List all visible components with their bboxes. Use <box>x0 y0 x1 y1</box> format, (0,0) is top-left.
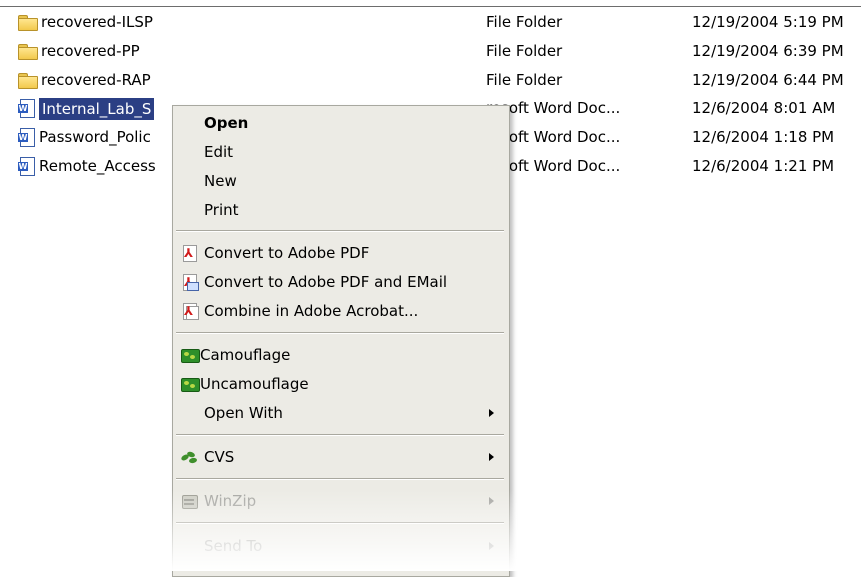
file-name[interactable]: Remote_Access <box>39 152 156 181</box>
menu-separator <box>176 478 504 480</box>
menu-item-convert-to-pdf[interactable]: ⅄ Convert to Adobe PDF <box>173 239 509 267</box>
menu-item-camouflage[interactable]: Camouflage <box>173 341 509 369</box>
menu-item-combine-acrobat[interactable]: ⅄ Combine in Adobe Acrobat... <box>173 297 509 325</box>
menu-item-label: Open With <box>204 404 283 422</box>
submenu-arrow-icon <box>489 497 494 505</box>
pdf-email-icon: ⅄ <box>181 274 199 291</box>
file-name[interactable]: Password_Polic <box>39 123 151 152</box>
file-type: rosoft Word Doc... <box>486 157 621 175</box>
name-cell[interactable]: recovered-PP <box>18 37 318 66</box>
menu-item-new[interactable]: New <box>173 167 509 195</box>
menu-item-edit[interactable]: Edit <box>173 138 509 166</box>
word-document-icon: W <box>18 99 35 118</box>
file-date: 12/19/2004 5:19 PM <box>692 13 844 31</box>
winzip-icon <box>181 493 198 509</box>
file-date: 12/6/2004 1:21 PM <box>692 157 835 175</box>
folder-icon <box>18 44 38 60</box>
menu-item-label: Edit <box>204 143 234 161</box>
submenu-arrow-icon <box>489 542 494 550</box>
folder-icon <box>18 15 38 31</box>
file-name[interactable]: Internal_Lab_S <box>39 97 155 120</box>
uncamouflage-icon <box>181 376 200 392</box>
file-name[interactable]: recovered-PP <box>41 37 140 66</box>
file-date: 12/19/2004 6:39 PM <box>692 42 844 60</box>
file-type: rosoft Word Doc... <box>486 128 621 146</box>
menu-item-open-with[interactable]: Open With <box>173 399 509 427</box>
list-item[interactable]: recovered-ILSP File Folder 12/19/2004 5:… <box>0 8 861 37</box>
word-document-icon: W <box>18 128 35 147</box>
menu-item-label: Convert to Adobe PDF <box>204 244 370 262</box>
list-item[interactable]: recovered-RAP File Folder 12/19/2004 6:4… <box>0 66 861 95</box>
camouflage-icon <box>181 347 200 363</box>
menu-item-label: Camouflage <box>200 346 291 364</box>
menu-item-send-to[interactable]: Send To <box>173 532 509 560</box>
file-name[interactable]: recovered-RAP <box>41 66 151 95</box>
file-name[interactable]: recovered-ILSP <box>41 8 153 37</box>
file-date: 12/6/2004 8:01 AM <box>692 99 836 117</box>
cvs-turtle-icon <box>180 449 198 465</box>
menu-separator <box>176 230 504 232</box>
folder-icon <box>18 73 38 89</box>
acrobat-combine-icon: ⅄ <box>181 303 199 320</box>
menu-item-label: Convert to Adobe PDF and EMail <box>204 273 448 291</box>
pdf-icon: ⅄ <box>181 245 198 262</box>
list-item[interactable]: recovered-PP File Folder 12/19/2004 6:39… <box>0 37 861 66</box>
file-type: rosoft Word Doc... <box>486 99 621 117</box>
submenu-arrow-icon <box>489 409 494 417</box>
menu-item-label: Print <box>204 201 239 219</box>
file-type: File Folder <box>486 13 563 31</box>
menu-item-cvs[interactable]: CVS <box>173 443 509 471</box>
menu-separator <box>176 332 504 334</box>
menu-item-label: Uncamouflage <box>200 375 309 393</box>
file-date: 12/19/2004 6:44 PM <box>692 71 844 89</box>
menu-separator <box>176 434 504 436</box>
file-type: File Folder <box>486 42 563 60</box>
menu-item-uncamouflage[interactable]: Uncamouflage <box>173 370 509 398</box>
context-menu: Open Edit New Print ⅄ Convert to Adobe P… <box>172 105 510 577</box>
menu-item-label: WinZip <box>204 492 257 510</box>
menu-item-label: Send To <box>204 537 263 555</box>
menu-item-convert-to-pdf-email[interactable]: ⅄ Convert to Adobe PDF and EMail <box>173 268 509 296</box>
menu-item-winzip[interactable]: WinZip <box>173 487 509 515</box>
file-type: File Folder <box>486 71 563 89</box>
word-document-icon: W <box>18 157 35 176</box>
menu-item-label: Combine in Adobe Acrobat... <box>204 302 419 320</box>
submenu-arrow-icon <box>489 453 494 461</box>
file-date: 12/6/2004 1:18 PM <box>692 128 835 146</box>
menu-item-open[interactable]: Open <box>173 109 509 137</box>
list-top-border <box>0 6 861 7</box>
menu-item-label: CVS <box>204 448 235 466</box>
menu-item-print[interactable]: Print <box>173 196 509 224</box>
name-cell[interactable]: recovered-RAP <box>18 66 318 95</box>
menu-item-label: New <box>204 172 237 190</box>
menu-separator <box>176 522 504 524</box>
name-cell[interactable]: recovered-ILSP <box>18 8 318 37</box>
menu-item-label: Open <box>204 114 249 132</box>
